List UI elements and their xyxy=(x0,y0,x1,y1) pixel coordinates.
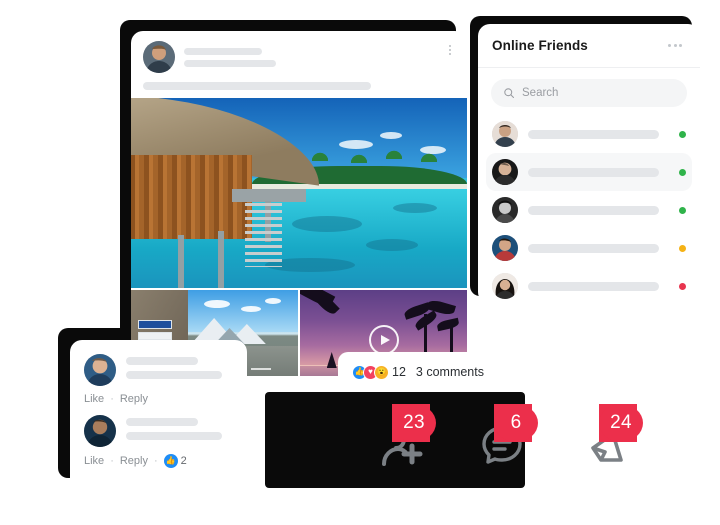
reaction-count: 12 xyxy=(392,365,406,379)
post-author-placeholder-lines xyxy=(184,47,455,67)
friends-panel-header: Online Friends xyxy=(478,24,700,68)
post-author-avatar[interactable] xyxy=(143,41,175,73)
kebab-vertical-icon[interactable] xyxy=(446,43,454,57)
friend-requests-button[interactable]: 23 xyxy=(370,404,436,472)
separator: · xyxy=(110,455,114,467)
post-header xyxy=(131,31,467,98)
kebab-horizontal-icon[interactable] xyxy=(664,40,686,51)
separator: · xyxy=(110,393,114,405)
friend-name-placeholder xyxy=(528,167,659,177)
friend-list-item[interactable] xyxy=(486,115,692,153)
messages-button[interactable]: 6 xyxy=(472,404,538,472)
friends-list xyxy=(478,111,700,304)
placeholder-line xyxy=(184,47,262,55)
status-dot xyxy=(679,130,686,138)
friend-avatar-1[interactable] xyxy=(492,121,518,147)
status-dot xyxy=(679,168,686,176)
notifications-badge: 24 xyxy=(599,404,643,442)
status-dot xyxy=(679,282,686,290)
online-friends-panel: Online Friends Search xyxy=(478,24,700,304)
commenter-avatar-2[interactable] xyxy=(84,415,116,447)
post-text-placeholder xyxy=(143,82,371,90)
placeholder-line xyxy=(126,357,198,365)
comment-like-count: 2 xyxy=(180,455,187,467)
friend-avatar-3[interactable] xyxy=(492,197,518,223)
friend-list-item[interactable] xyxy=(486,229,692,267)
reaction-wow-icon: 😮 xyxy=(374,364,389,380)
comment-actions: Like · Reply · 👍 2 xyxy=(84,454,233,468)
comment-reply-button[interactable]: Reply xyxy=(120,393,148,405)
post-media-grid xyxy=(131,98,467,376)
friend-avatar-5[interactable] xyxy=(492,273,518,299)
friend-name-placeholder xyxy=(528,243,659,253)
separator: · xyxy=(153,455,158,467)
comment-placeholder-lines xyxy=(126,415,233,447)
commenter-avatar-1[interactable] xyxy=(84,354,116,386)
friends-panel-title: Online Friends xyxy=(492,38,588,53)
friend-list-item[interactable] xyxy=(486,153,692,191)
comments-card: Like · Reply Like · Reply · 👍 2 xyxy=(70,340,247,490)
comment-like-count-pill[interactable]: 👍 2 xyxy=(163,454,187,468)
comment-item xyxy=(84,415,233,447)
status-dot xyxy=(679,244,686,252)
play-icon[interactable] xyxy=(368,325,399,355)
comment-placeholder-lines xyxy=(126,354,233,386)
messages-badge: 6 xyxy=(494,404,538,442)
comment-item xyxy=(84,354,233,386)
reactions-summary-bar[interactable]: 👍 ♥ 😮 12 3 comments xyxy=(338,352,498,392)
search-input[interactable]: Search xyxy=(491,79,687,107)
post-author-row xyxy=(143,41,455,73)
search-placeholder: Search xyxy=(522,87,559,99)
placeholder-line xyxy=(126,371,222,379)
search-icon xyxy=(504,88,515,99)
comments-count-link[interactable]: 3 comments xyxy=(416,365,484,379)
placeholder-line xyxy=(184,59,276,67)
friend-name-placeholder xyxy=(528,281,659,291)
screenshot-stage: Online Friends Search Like · Reply Like … xyxy=(0,0,720,525)
reaction-icons-group: 👍 ♥ 😮 12 xyxy=(352,364,406,380)
placeholder-line xyxy=(126,418,198,426)
social-post-card[interactable] xyxy=(131,31,467,376)
placeholder-line xyxy=(126,432,222,440)
friend-name-placeholder xyxy=(528,129,659,139)
overwater-bungalow-photo[interactable] xyxy=(131,98,467,288)
friend-avatar-2[interactable] xyxy=(492,159,518,185)
thumbs-up-icon: 👍 xyxy=(163,454,178,468)
friend-requests-badge: 23 xyxy=(392,404,436,442)
friend-list-item[interactable] xyxy=(486,191,692,229)
comment-actions: Like · Reply xyxy=(84,393,233,405)
status-dot xyxy=(679,206,686,214)
friend-list-item[interactable] xyxy=(486,267,692,304)
comment-reply-button[interactable]: Reply xyxy=(120,455,148,467)
friends-search-wrap: Search xyxy=(478,68,700,111)
comment-like-button[interactable]: Like xyxy=(84,393,104,405)
notifications-button[interactable]: 24 xyxy=(577,404,643,472)
friend-avatar-4[interactable] xyxy=(492,235,518,261)
comment-like-button[interactable]: Like xyxy=(84,455,104,467)
friend-name-placeholder xyxy=(528,205,659,215)
